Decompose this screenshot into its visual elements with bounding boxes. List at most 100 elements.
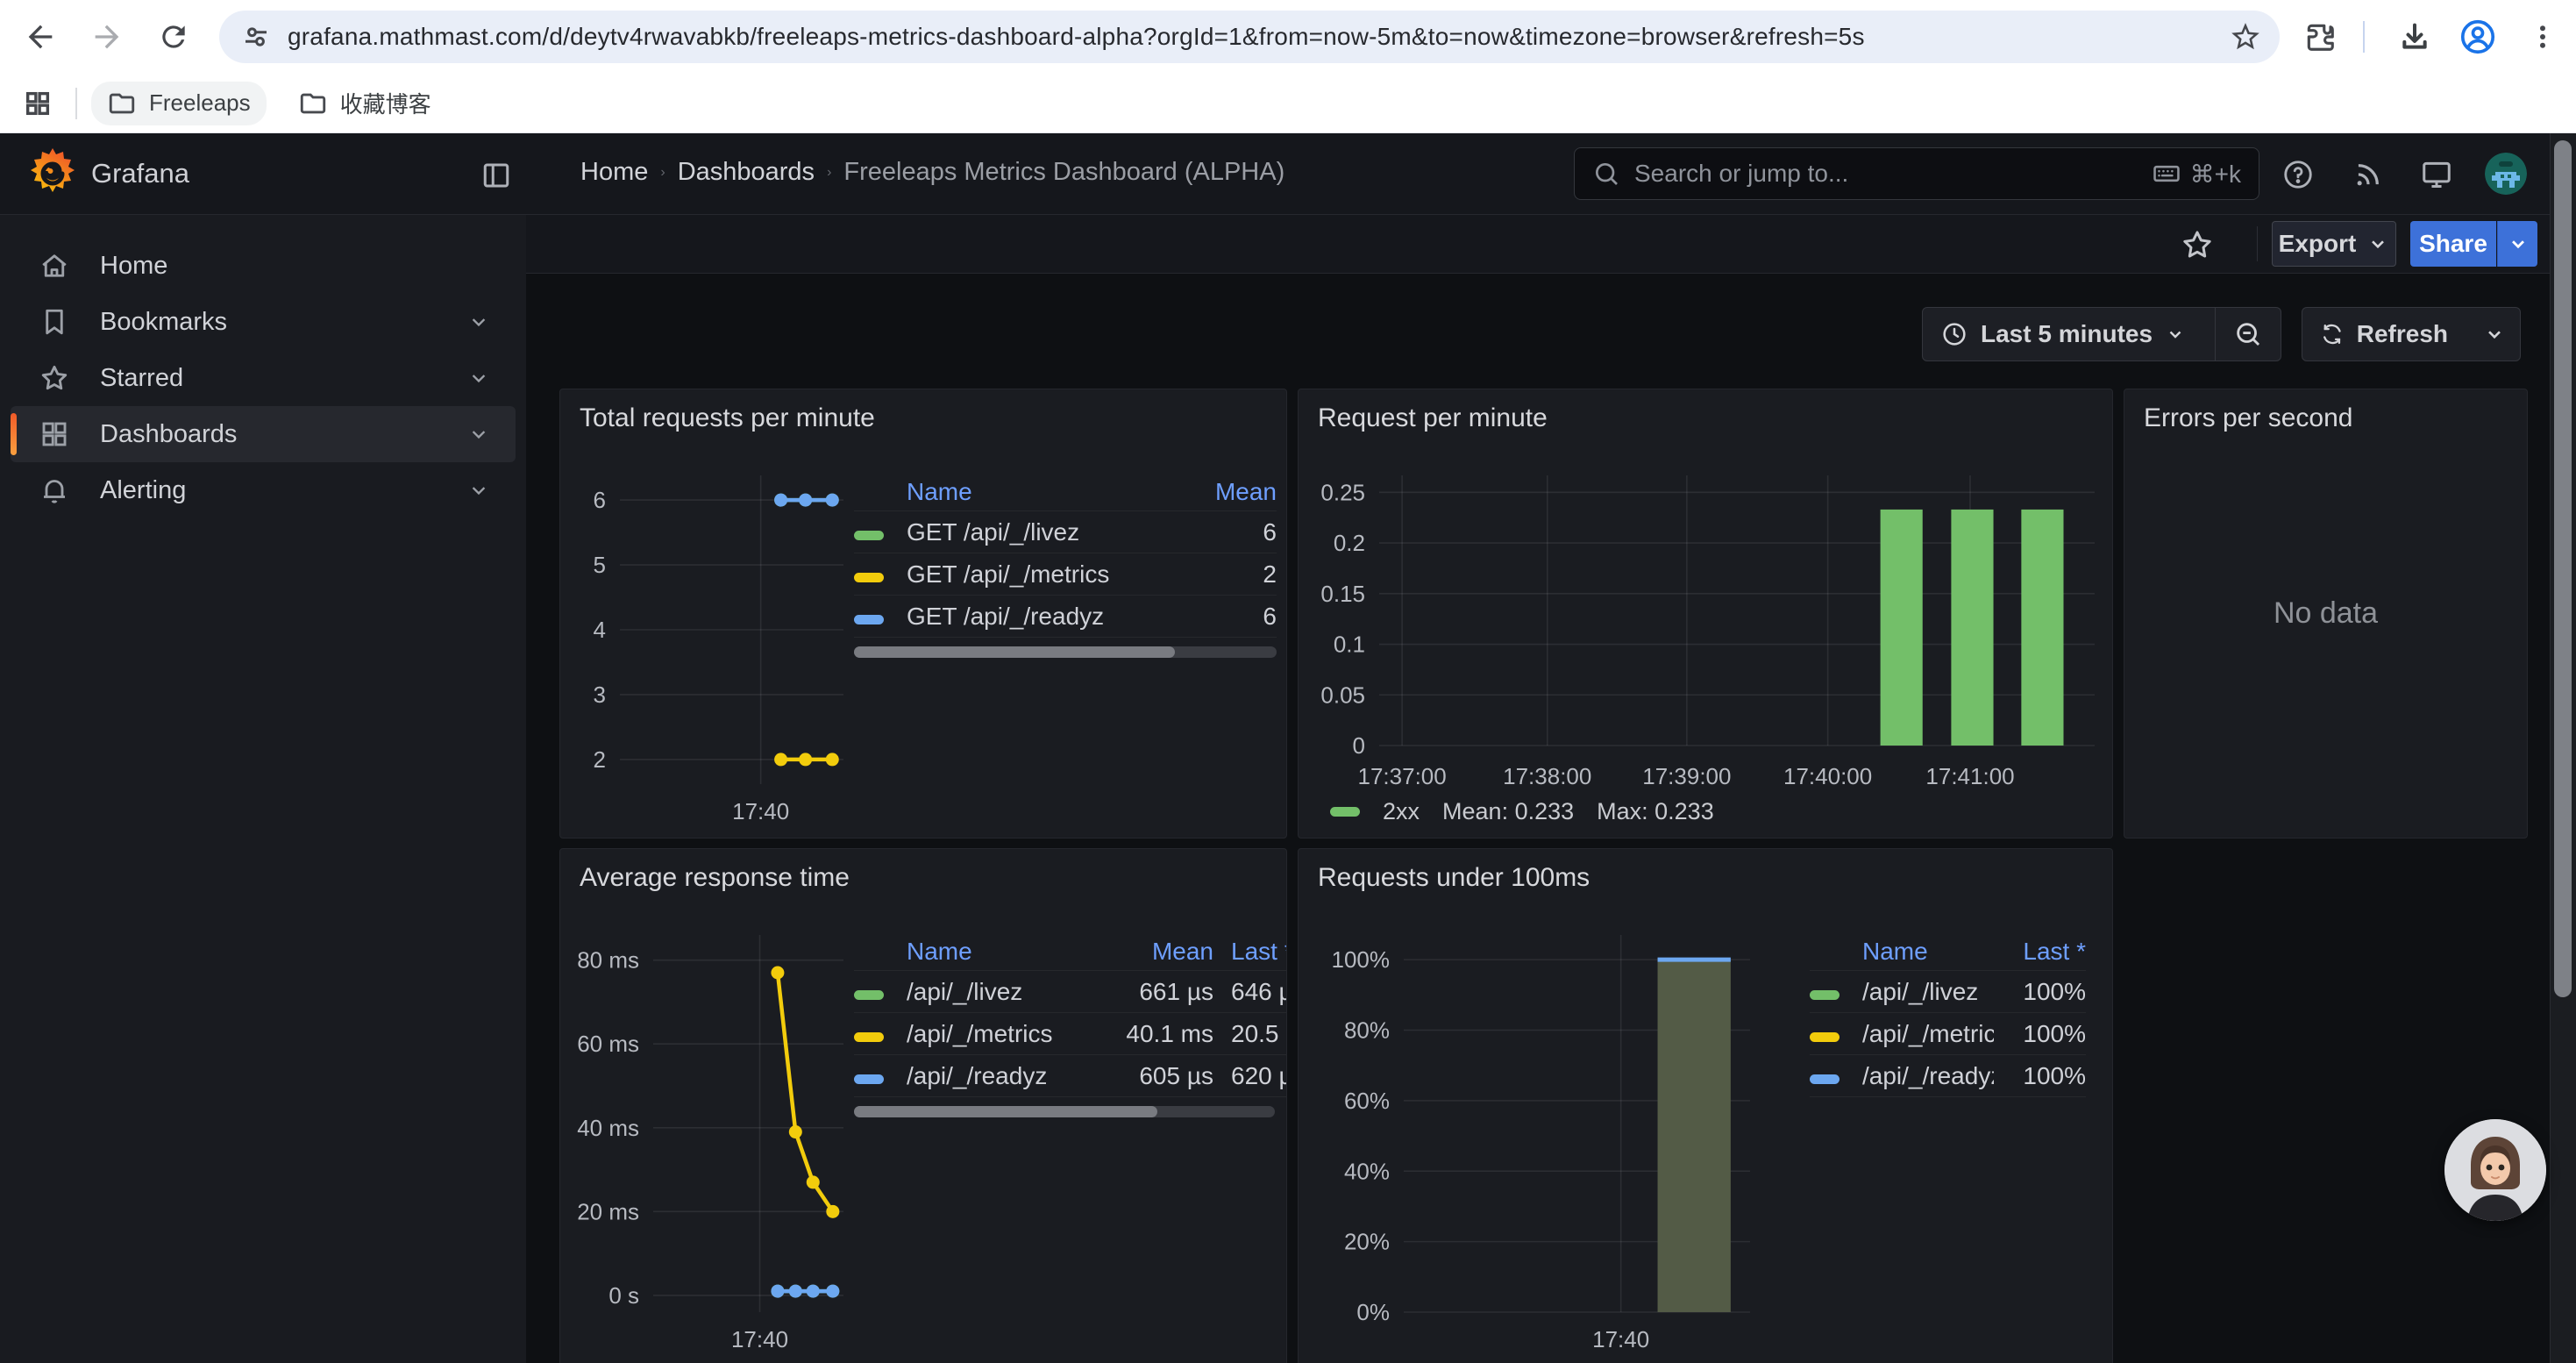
news-rss-icon[interactable] bbox=[2352, 158, 2385, 191]
scrollbar-thumb[interactable] bbox=[2554, 140, 2572, 997]
svg-text:0 s: 0 s bbox=[608, 1282, 639, 1309]
chevron-down-icon[interactable] bbox=[466, 478, 491, 503]
timeseries-chart[interactable]: 6543217:40 bbox=[574, 465, 850, 826]
legend-row[interactable]: /api/_/readyz 100% bbox=[1810, 1054, 2086, 1096]
help-icon[interactable] bbox=[2281, 158, 2315, 191]
panel-average-response-time: Average response time 80 ms60 ms40 ms20 … bbox=[559, 848, 1287, 1363]
series-color-pill bbox=[1810, 990, 1839, 1000]
legend-col-mean[interactable]: Mean bbox=[1163, 478, 1277, 506]
legend-col-mean[interactable]: Mean bbox=[1099, 938, 1213, 966]
breadcrumb: Home › Dashboards › Freeleaps Metrics Da… bbox=[580, 158, 1284, 187]
legend-col-last[interactable]: Last * bbox=[1994, 938, 2086, 966]
legend-row[interactable]: /api/_/livez 100% bbox=[1810, 970, 2086, 1012]
export-button[interactable]: Export bbox=[2272, 221, 2396, 267]
svg-text:40%: 40% bbox=[1344, 1158, 1390, 1184]
breadcrumb-dashboards[interactable]: Dashboards bbox=[678, 158, 815, 187]
legend-col-name[interactable]: Name bbox=[903, 938, 1099, 966]
panel-title[interactable]: Requests under 100ms bbox=[1318, 863, 1590, 893]
back-icon[interactable] bbox=[12, 9, 68, 65]
url-bar[interactable]: grafana.mathmast.com/d/deytv4rwavabkb/fr… bbox=[219, 11, 2280, 63]
column-chart[interactable]: 100%80%60%40%20%0%17:40 bbox=[1316, 924, 1757, 1354]
browser-toolbar: grafana.mathmast.com/d/deytv4rwavabkb/fr… bbox=[0, 0, 2576, 74]
panel-legend: Name Last * /api/_/livez 100% /api/_/met… bbox=[1810, 933, 2086, 1097]
toolbar-separator bbox=[2363, 21, 2365, 53]
favorite-star-icon[interactable] bbox=[2180, 227, 2215, 262]
sidebar-item-dashboards[interactable]: Dashboards bbox=[11, 406, 516, 462]
sidebar-item-label: Home bbox=[100, 252, 167, 281]
sidebar-toggle-icon[interactable] bbox=[480, 160, 512, 191]
panel-title[interactable]: Total requests per minute bbox=[580, 403, 875, 433]
sidebar-item-label: Dashboards bbox=[100, 420, 237, 449]
site-settings-icon[interactable] bbox=[240, 21, 272, 53]
svg-text:0: 0 bbox=[1353, 732, 1365, 759]
refresh-interval-dropdown[interactable] bbox=[2466, 308, 2523, 360]
svg-text:80 ms: 80 ms bbox=[577, 947, 639, 974]
timeseries-chart[interactable]: 80 ms60 ms40 ms20 ms0 s17:40 bbox=[574, 924, 850, 1354]
legend-col-name[interactable]: Name bbox=[1859, 938, 1994, 966]
svg-text:17:38:00: 17:38:00 bbox=[1503, 763, 1591, 789]
sidebar-item-starred[interactable]: Starred bbox=[11, 350, 516, 406]
time-range-picker[interactable]: Last 5 minutes bbox=[1923, 308, 2215, 360]
share-button[interactable]: Share bbox=[2410, 221, 2496, 267]
reload-icon[interactable] bbox=[146, 9, 202, 65]
legend-row[interactable]: GET /api/_/livez 6 bbox=[854, 510, 1277, 553]
sidebar-item-label: Bookmarks bbox=[100, 308, 227, 337]
bar-chart[interactable]: 00.050.10.150.20.2517:37:0017:38:0017:39… bbox=[1313, 465, 2102, 791]
legend-col-name[interactable]: Name bbox=[903, 478, 1163, 506]
panel-title[interactable]: Average response time bbox=[580, 863, 850, 893]
profile-icon[interactable] bbox=[2450, 9, 2506, 65]
legend-row[interactable]: /api/_/metrics 100% bbox=[1810, 1012, 2086, 1054]
svg-text:6: 6 bbox=[594, 487, 606, 513]
browser-menu-icon[interactable] bbox=[2515, 9, 2571, 65]
panel-legend[interactable]: 2xx Mean: 0.233 Max: 0.233 bbox=[1330, 798, 1714, 825]
legend-scrollbar-thumb[interactable] bbox=[854, 1106, 1157, 1117]
legend-col-last[interactable]: Last * bbox=[1213, 938, 1287, 966]
breadcrumb-current: Freeleaps Metrics Dashboard (ALPHA) bbox=[843, 158, 1284, 187]
legend-row[interactable]: GET /api/_/readyz 6 bbox=[854, 595, 1277, 637]
chevron-down-icon[interactable] bbox=[466, 310, 491, 334]
apps-grid-icon[interactable] bbox=[23, 89, 53, 118]
chevron-down-icon[interactable] bbox=[466, 366, 491, 390]
chevron-down-icon bbox=[2366, 232, 2389, 255]
sidebar-item-alerting[interactable]: Alerting bbox=[11, 462, 516, 518]
sidebar-item-home[interactable]: Home bbox=[11, 238, 516, 294]
share-dropdown-button[interactable] bbox=[2497, 221, 2537, 267]
bell-icon bbox=[39, 475, 70, 506]
svg-text:40 ms: 40 ms bbox=[577, 1115, 639, 1141]
legend-row[interactable]: GET /api/_/metrics 2 bbox=[854, 553, 1277, 595]
legend-row[interactable]: /api/_/livez 661 µs 646 µs bbox=[854, 970, 1287, 1012]
breadcrumb-home[interactable]: Home bbox=[580, 158, 648, 187]
sidebar-item-bookmarks[interactable]: Bookmarks bbox=[11, 294, 516, 350]
svg-text:80%: 80% bbox=[1344, 1017, 1390, 1044]
legend-scrollbar-thumb[interactable] bbox=[854, 646, 1175, 658]
user-avatar[interactable] bbox=[2485, 153, 2527, 195]
search-input[interactable]: Search or jump to... ⌘+k bbox=[1574, 147, 2259, 200]
assistant-avatar[interactable] bbox=[2444, 1119, 2546, 1221]
chevron-down-icon[interactable] bbox=[466, 422, 491, 446]
legend-row[interactable]: /api/_/metrics 40.1 ms 20.5 ms bbox=[854, 1012, 1287, 1054]
forward-icon[interactable] bbox=[79, 9, 135, 65]
clock-icon bbox=[1940, 320, 1968, 348]
zoom-out-button[interactable] bbox=[2216, 308, 2281, 360]
legend-row[interactable]: /api/_/readyz 605 µs 620 µs bbox=[854, 1054, 1287, 1096]
svg-text:2: 2 bbox=[594, 746, 606, 773]
svg-text:3: 3 bbox=[594, 682, 606, 708]
panel-legend: Name Mean GET /api/_/livez 6 GET /api/_/… bbox=[854, 474, 1277, 658]
bookmarks-separator bbox=[75, 88, 77, 119]
sidebar-item-label: Starred bbox=[100, 364, 183, 393]
monitor-icon[interactable] bbox=[2420, 158, 2453, 191]
panel-title[interactable]: Request per minute bbox=[1318, 403, 1548, 433]
page-scrollbar[interactable] bbox=[2550, 133, 2576, 1363]
refresh-button[interactable]: Refresh bbox=[2302, 308, 2466, 360]
download-icon[interactable] bbox=[2387, 9, 2443, 65]
legend-scrollbar[interactable] bbox=[854, 646, 1277, 658]
grafana-logo[interactable] bbox=[25, 146, 81, 202]
bookmark-folder-freeleaps[interactable]: Freeleaps bbox=[91, 82, 267, 125]
legend-scrollbar[interactable] bbox=[854, 1106, 1275, 1117]
svg-text:0.15: 0.15 bbox=[1320, 581, 1365, 607]
extensions-icon[interactable] bbox=[2292, 9, 2348, 65]
bookmark-folder-blogs[interactable]: 收藏博客 bbox=[282, 80, 447, 126]
svg-text:17:40: 17:40 bbox=[731, 1326, 788, 1352]
bookmark-star-icon[interactable] bbox=[2229, 20, 2262, 54]
refresh-icon bbox=[2320, 320, 2345, 348]
